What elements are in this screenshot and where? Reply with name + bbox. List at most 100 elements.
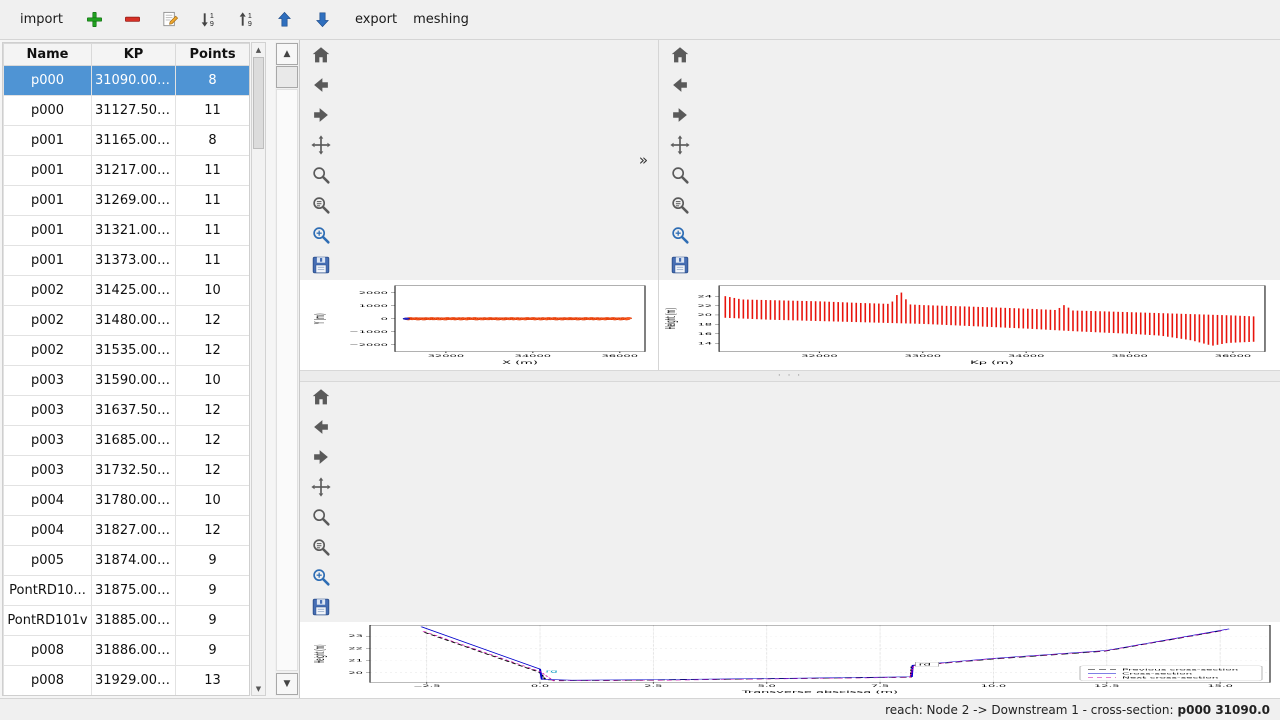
cell-points[interactable]: 12 (176, 516, 250, 546)
cell-points[interactable]: 11 (176, 186, 250, 216)
cell-name[interactable]: p003 (4, 366, 92, 396)
cell-points[interactable]: 13 (176, 666, 250, 696)
zoom-button[interactable] (306, 502, 336, 532)
table-row[interactable]: p00231425.000010 (4, 276, 250, 306)
cross-section-plot-canvas[interactable]: −2.50.02.55.07.510.012.515.020212223Tran… (300, 622, 1280, 698)
cell-kp[interactable]: 31217.0000 (92, 156, 176, 186)
save-button[interactable] (306, 592, 336, 622)
cell-points[interactable]: 12 (176, 426, 250, 456)
scrollbar-thumb[interactable] (253, 57, 264, 149)
zoom-rect-button[interactable] (306, 562, 336, 592)
table-row[interactable]: p00131373.000011 (4, 246, 250, 276)
table-row[interactable]: PontRD10...31875.00009 (4, 576, 250, 606)
zoom-button[interactable] (665, 160, 695, 190)
scroll-up-icon[interactable]: ▲ (252, 43, 265, 56)
pan-button[interactable] (306, 472, 336, 502)
kp-plot-canvas[interactable]: 3200033000340003500036000141618202224Kp … (659, 280, 1280, 370)
table-row[interactable]: p00231535.000012 (4, 336, 250, 366)
cell-name[interactable]: p001 (4, 216, 92, 246)
pan-button[interactable] (306, 130, 336, 160)
cell-points[interactable]: 9 (176, 546, 250, 576)
sort-asc-button[interactable]: 19 (233, 6, 261, 34)
cell-points[interactable]: 10 (176, 276, 250, 306)
cell-kp[interactable]: 31685.0000 (92, 426, 176, 456)
back-button[interactable] (665, 70, 695, 100)
cell-name[interactable]: p003 (4, 396, 92, 426)
forward-button[interactable] (665, 100, 695, 130)
cell-name[interactable]: p001 (4, 156, 92, 186)
toolbar-overflow-icon[interactable]: » (635, 151, 652, 169)
forward-button[interactable] (306, 100, 336, 130)
cell-name[interactable]: p001 (4, 246, 92, 276)
cell-name[interactable]: p002 (4, 276, 92, 306)
config-button[interactable] (306, 532, 336, 562)
forward-button[interactable] (306, 442, 336, 472)
cell-name[interactable]: p001 (4, 126, 92, 156)
home-button[interactable] (306, 382, 336, 412)
back-button[interactable] (306, 70, 336, 100)
column-header-kp[interactable]: KP (92, 44, 176, 66)
zoom-rect-button[interactable] (665, 220, 695, 250)
table-row[interactable]: p00031127.500011 (4, 96, 250, 126)
home-button[interactable] (665, 40, 695, 70)
cell-kp[interactable]: 31780.0000 (92, 486, 176, 516)
cell-kp[interactable]: 31321.0000 (92, 216, 176, 246)
cell-points[interactable]: 11 (176, 246, 250, 276)
cell-name[interactable]: p002 (4, 306, 92, 336)
table-row[interactable]: p00531874.00009 (4, 546, 250, 576)
table-row[interactable]: p00131269.000011 (4, 186, 250, 216)
cell-kp[interactable]: 31535.0000 (92, 336, 176, 366)
xy-plot-canvas[interactable]: 320003400036000−2000−1000010002000X (m)Y… (300, 280, 658, 370)
table-row[interactable]: PontRD101v31885.00009 (4, 606, 250, 636)
cell-name[interactable]: p001 (4, 186, 92, 216)
add-button[interactable] (81, 6, 109, 34)
table-row[interactable]: p00131217.000011 (4, 156, 250, 186)
cell-points[interactable]: 9 (176, 576, 250, 606)
cross-section-table[interactable]: NameKPPointsp00031090.00008p00031127.500… (3, 43, 250, 696)
table-scrollbar[interactable]: ▲ ▼ (251, 42, 266, 696)
import-button[interactable]: import (12, 8, 71, 31)
cell-kp[interactable]: 31373.0000 (92, 246, 176, 276)
table-row[interactable]: p00331732.500012 (4, 456, 250, 486)
cell-name[interactable]: p005 (4, 546, 92, 576)
table-row[interactable]: p00231480.000012 (4, 306, 250, 336)
cell-kp[interactable]: 31269.0000 (92, 186, 176, 216)
cell-kp[interactable]: 31875.0000 (92, 576, 176, 606)
cell-points[interactable]: 11 (176, 96, 250, 126)
table-row[interactable]: p00431827.000012 (4, 516, 250, 546)
table-row[interactable]: p00331685.000012 (4, 426, 250, 456)
pan-button[interactable] (665, 130, 695, 160)
meshing-button[interactable]: meshing (405, 8, 477, 31)
home-button[interactable] (306, 40, 336, 70)
cell-name[interactable]: p008 (4, 636, 92, 666)
cell-kp[interactable]: 31425.0000 (92, 276, 176, 306)
panel-scrollbar-thumb[interactable] (276, 66, 298, 88)
config-button[interactable] (306, 190, 336, 220)
zoom-button[interactable] (306, 160, 336, 190)
cell-points[interactable]: 8 (176, 66, 250, 96)
cell-kp[interactable]: 31480.0000 (92, 306, 176, 336)
table-row[interactable]: p00431780.000010 (4, 486, 250, 516)
cell-points[interactable]: 11 (176, 156, 250, 186)
cell-name[interactable]: p000 (4, 96, 92, 126)
table-row[interactable]: p00131321.000011 (4, 216, 250, 246)
scroll-up-button[interactable]: ▲ (276, 43, 298, 65)
config-button[interactable] (665, 190, 695, 220)
cell-kp[interactable]: 31885.0000 (92, 606, 176, 636)
cell-points[interactable]: 11 (176, 216, 250, 246)
cell-name[interactable]: PontRD10... (4, 576, 92, 606)
cell-name[interactable]: p000 (4, 66, 92, 96)
cell-points[interactable]: 10 (176, 486, 250, 516)
cell-kp[interactable]: 31090.0000 (92, 66, 176, 96)
sort-desc-button[interactable]: 19 (195, 6, 223, 34)
cell-name[interactable]: p008 (4, 666, 92, 696)
save-button[interactable] (306, 250, 336, 280)
table-row[interactable]: p00331637.500012 (4, 396, 250, 426)
cell-kp[interactable]: 31827.0000 (92, 516, 176, 546)
back-button[interactable] (306, 412, 336, 442)
horizontal-splitter[interactable]: · · · (300, 370, 1280, 382)
cell-kp[interactable]: 31165.0000 (92, 126, 176, 156)
move-up-button[interactable] (271, 6, 299, 34)
scroll-down-icon[interactable]: ▼ (252, 682, 265, 695)
cell-kp[interactable]: 31874.0000 (92, 546, 176, 576)
